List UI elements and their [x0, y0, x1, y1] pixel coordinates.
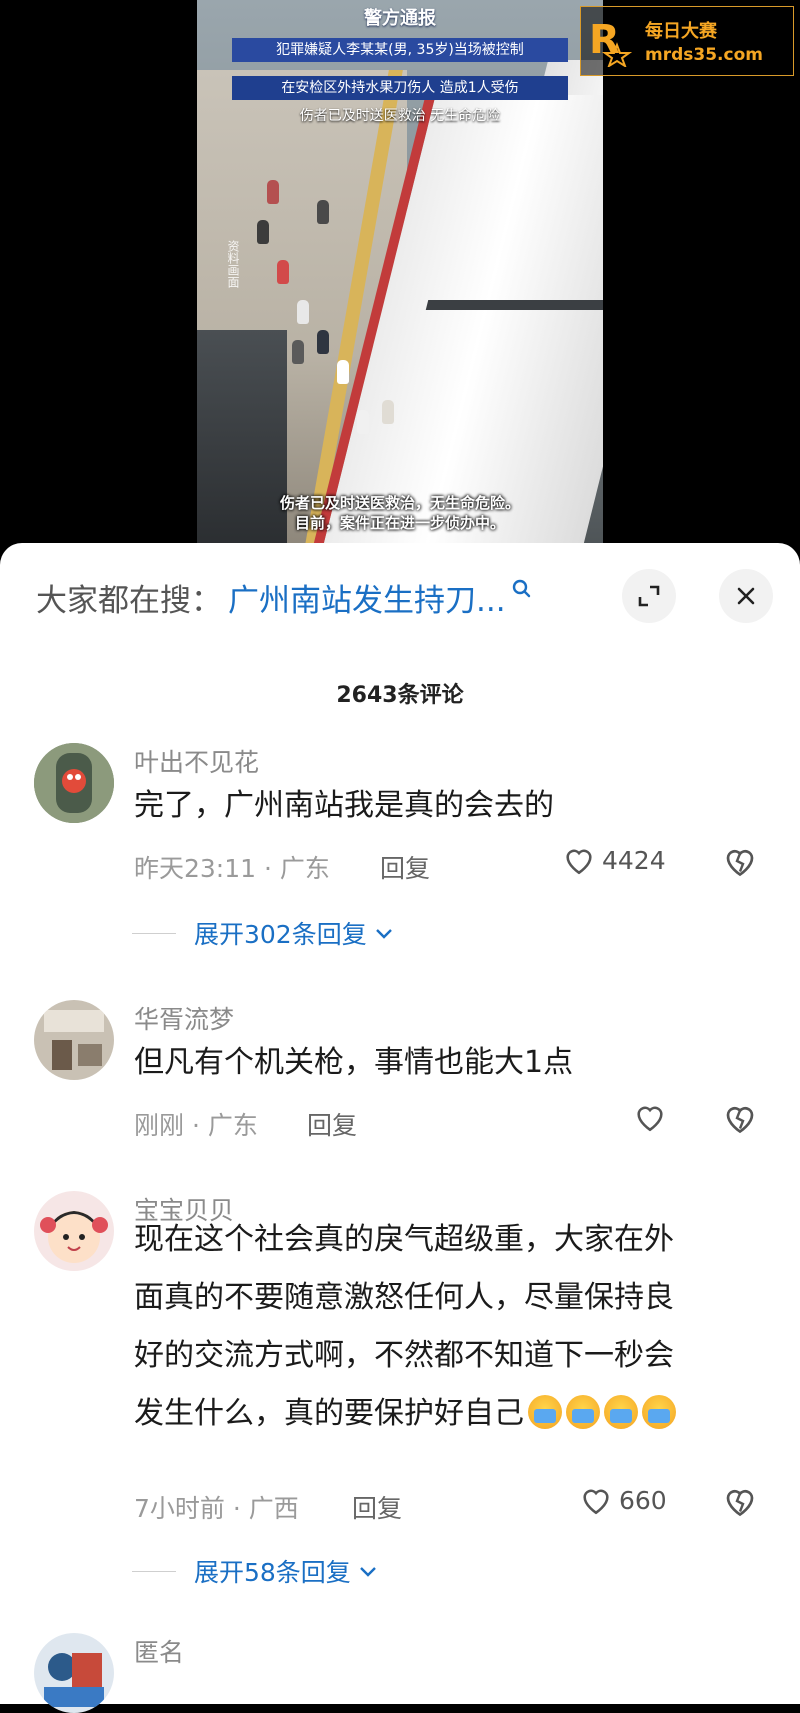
passenger — [297, 300, 309, 324]
crying-emoji-icon — [528, 1395, 562, 1429]
close-button[interactable] — [719, 569, 773, 623]
search-icon — [512, 579, 530, 598]
video-frame: 警方通报 犯罪嫌疑人李某某(男, 35岁)当场被控制 在安检区外持水果刀伤人 造… — [197, 0, 603, 545]
heart-icon — [637, 1106, 663, 1132]
expand-replies-label: 展开302条回复 — [194, 920, 367, 949]
news-caption-line2: 在安检区外持水果刀伤人 造成1人受伤 — [232, 76, 568, 100]
comment-timestamp: 7小时前 · 广西 — [134, 1494, 299, 1523]
expand-icon — [638, 585, 660, 607]
comment-text-line: 好的交流方式啊，不然都不知道下一秒会 — [134, 1338, 674, 1373]
video-player[interactable]: 警方通报 犯罪嫌疑人李某某(男, 35岁)当场被控制 在安检区外持水果刀伤人 造… — [0, 0, 800, 545]
comments-panel: 大家都在搜： 广州南站发生持刀... 2643条评论 叶出不见花 完了，广州南站… — [0, 543, 800, 1713]
divider — [132, 932, 176, 934]
crying-emoji-icon — [604, 1395, 638, 1429]
avatar[interactable] — [34, 743, 114, 823]
watermark: R 每日大赛 mrds35.com — [580, 6, 794, 76]
like-count: 660 — [619, 1485, 667, 1515]
trending-search-term[interactable]: 广州南站发生持刀... — [228, 575, 506, 620]
video-subtitle-line1: 伤者已及时送医救治，无生命危险。 — [279, 494, 520, 512]
like-count: 4424 — [602, 845, 666, 875]
passenger — [257, 220, 269, 244]
avatar-image — [34, 1633, 114, 1713]
archive-footage-tag: 资料画面 — [226, 240, 240, 288]
dislike-icon[interactable] — [722, 843, 758, 879]
comment-username[interactable]: 匿名 — [134, 1633, 184, 1669]
comment-username[interactable]: 华胥流梦 — [134, 1000, 234, 1036]
news-caption-line3: 伤者已及时送医救治 无生命危险 — [299, 108, 501, 124]
news-caption-line1: 犯罪嫌疑人李某某(男, 35岁)当场被控制 — [232, 38, 568, 62]
like-button[interactable]: 660 — [579, 1483, 667, 1517]
trending-search-label: 大家都在搜： — [36, 582, 222, 619]
comment-text-line: 发生什么，真的要保护好自己 — [134, 1396, 524, 1431]
like-button[interactable] — [633, 1100, 673, 1134]
heart-icon — [583, 1489, 609, 1515]
svg-text:R: R — [589, 17, 620, 63]
passenger — [357, 410, 369, 434]
expand-replies[interactable]: 展开58条回复 — [132, 1553, 379, 1589]
comment-text-line: 现在这个社会真的戾气超级重，大家在外 — [134, 1222, 674, 1257]
avatar-image — [34, 1000, 114, 1080]
reply-button[interactable]: 回复 — [380, 849, 430, 885]
trending-search-bar[interactable]: 大家都在搜： 广州南站发生持刀... — [36, 572, 532, 622]
expand-replies[interactable]: 展开302条回复 — [132, 915, 395, 951]
comment-timestamp: 昨天23:11 · 广东 — [134, 854, 330, 883]
passenger — [317, 200, 329, 224]
video-subtitle-line2: 目前，案件正在进一步侦办中。 — [294, 514, 505, 532]
watermark-logo-icon: R — [589, 17, 633, 67]
avatar[interactable] — [34, 1633, 114, 1713]
passenger — [317, 330, 329, 354]
chevron-down-icon — [359, 1567, 376, 1577]
reply-button[interactable]: 回复 — [307, 1106, 357, 1142]
passenger — [382, 400, 394, 424]
close-icon — [737, 587, 755, 605]
comment-timestamp: 刚刚 · 广东 — [134, 1111, 258, 1140]
comment-text-line-last: 发生什么，真的要保护好自己 — [134, 1385, 754, 1443]
comment-text-line: 面真的不要随意激怒任何人，尽量保持良 — [134, 1280, 674, 1315]
avatar[interactable] — [34, 1191, 114, 1271]
comment-text: 但凡有个机关枪，事情也能大1点 — [134, 1045, 574, 1080]
train-window-strip — [425, 300, 603, 310]
comment-text: 完了，广州南站我是真的会去的 — [134, 788, 554, 823]
news-title: 警方通报 — [364, 8, 436, 29]
crying-emoji-icon — [642, 1395, 676, 1429]
avatar-image — [34, 1191, 114, 1271]
dislike-icon[interactable] — [722, 1483, 758, 1519]
passenger — [277, 260, 289, 284]
avatar[interactable] — [34, 1000, 114, 1080]
comment-count: 2643条评论 — [336, 683, 464, 708]
passenger — [337, 360, 349, 384]
expand-button[interactable] — [622, 569, 676, 623]
passenger — [292, 340, 304, 364]
dislike-icon[interactable] — [722, 1100, 758, 1136]
watermark-url: mrds35.com — [645, 45, 763, 65]
reply-button[interactable]: 回复 — [352, 1489, 402, 1525]
crying-emoji-icon — [566, 1395, 600, 1429]
comment-username[interactable]: 叶出不见花 — [134, 743, 259, 779]
expand-replies-label: 展开58条回复 — [194, 1558, 351, 1587]
chevron-down-icon — [375, 929, 392, 939]
comment-text: 现在这个社会真的戾气超级重，大家在外 面真的不要随意激怒任何人，尽量保持良 好的… — [134, 1211, 754, 1443]
avatar-image — [34, 743, 114, 823]
watermark-text: 每日大赛 — [645, 21, 717, 42]
passenger — [267, 180, 279, 204]
like-button[interactable]: 4424 — [562, 843, 666, 877]
heart-icon — [566, 849, 592, 875]
divider — [132, 1570, 176, 1572]
